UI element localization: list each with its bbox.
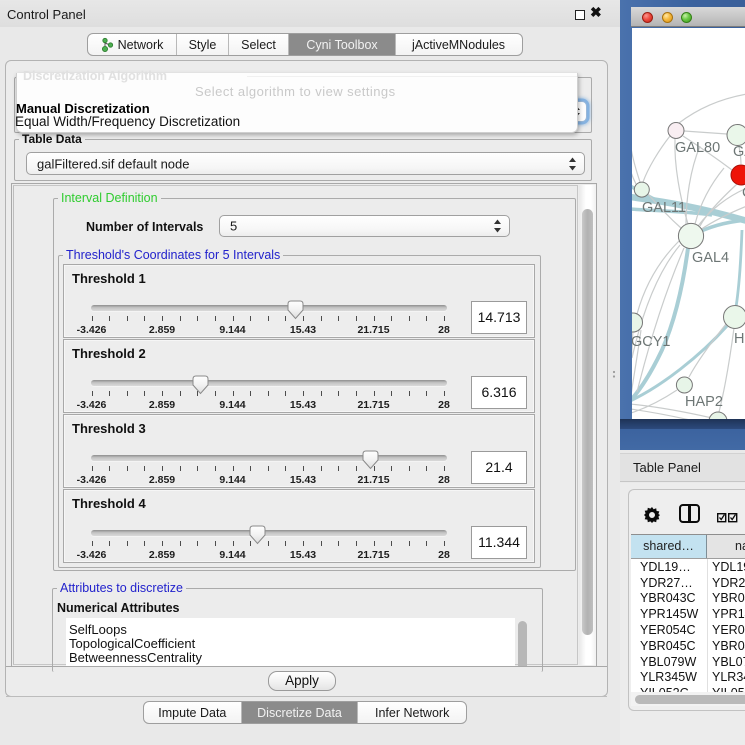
svg-text:GAL: GAL (733, 144, 745, 160)
svg-text:GAL80: GAL80 (675, 140, 720, 156)
svg-text:GCY1: GCY1 (632, 334, 671, 350)
svg-text:H: H (734, 331, 744, 347)
svg-text:GAL11: GAL11 (642, 200, 686, 216)
svg-text:HAP2: HAP2 (685, 394, 723, 410)
svg-text:GAL4: GAL4 (692, 250, 729, 266)
